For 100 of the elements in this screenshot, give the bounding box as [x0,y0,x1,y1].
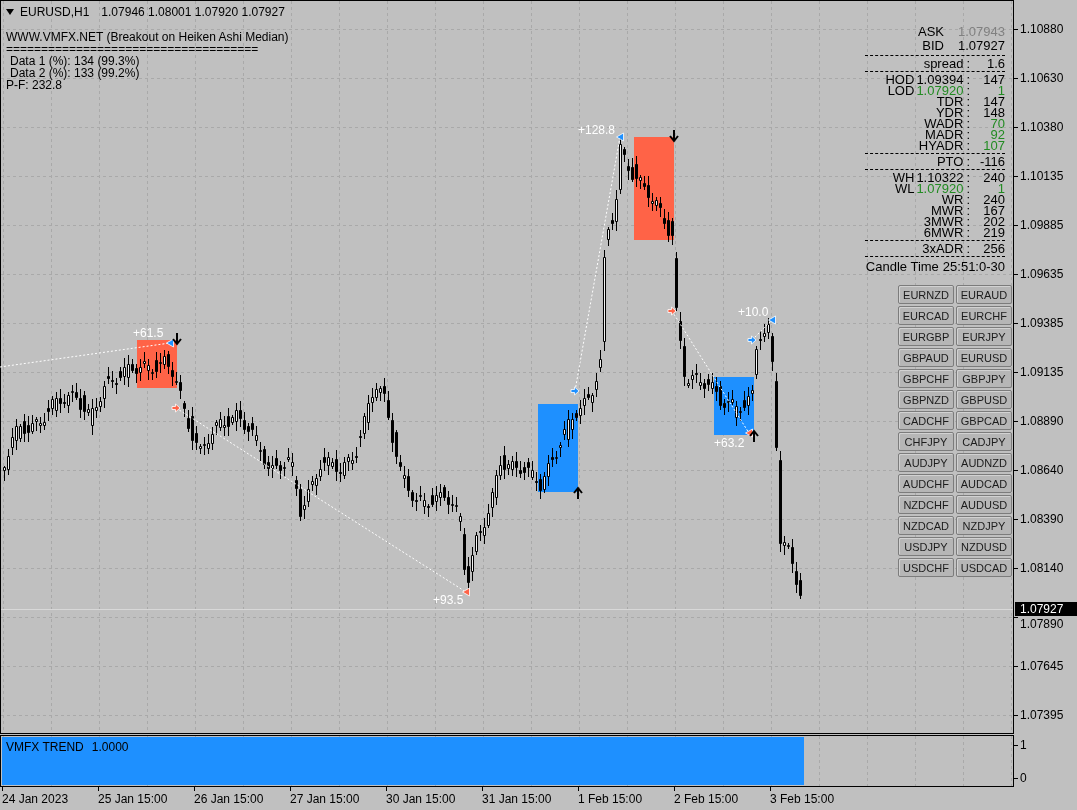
colon-separator: : [966,194,970,205]
price-label: 1.08640 [1020,463,1064,477]
symbol-button[interactable]: USDJPY [898,537,954,556]
symbol-button[interactable]: NZDCHF [898,495,954,514]
stat-label: PTO [936,156,964,167]
stat-value: 219 [982,227,1005,238]
symbol-button[interactable]: EURCHF [956,306,1012,325]
caret-down-icon[interactable] [6,9,14,15]
price-label: 1.10380 [1020,120,1064,134]
exit-marker-icon [462,587,470,597]
quote-label: ASK [918,25,944,39]
statistic-text: Data 2 (%): 133 (99.2%) [10,67,140,79]
stat-value: 1 [997,85,1005,96]
price-label: 1.08390 [1020,512,1064,526]
profit-label: +61.5 [133,326,164,340]
stat-label: 3xADR [922,243,964,254]
symbol-button[interactable]: AUDCHF [898,474,954,493]
price-label: 1.08140 [1020,561,1064,575]
timer-label: Candle Time [865,260,939,274]
symbol-button[interactable]: EURNZD [898,285,954,304]
symbol-button[interactable]: EURUSD [956,348,1012,367]
statistic-text: P-F: 232.8 [6,79,63,91]
time-label: 1 Feb 15:00 [578,792,643,806]
symbol-button[interactable]: EURGBP [898,327,954,346]
symbol-button[interactable]: AUDNZD [956,453,1012,472]
price-label: 1.09385 [1020,316,1064,330]
stat-label: 3MWR [923,216,964,227]
symbol-button[interactable]: AUDCAD [956,474,1012,493]
price-label: 1.09885 [1020,218,1064,232]
profit-label: +93.5 [433,593,464,607]
entry-marker-icon [171,403,181,413]
symbol-button[interactable]: AUDJPY [898,453,954,472]
stat-label: HOD [885,74,915,85]
symbol-button[interactable]: CADJPY [956,432,1012,451]
stat-value: -116 [978,156,1005,167]
price-label: 1.08890 [1020,414,1064,428]
statistic-text: Data 1 (%): 134 (99.3%) [9,55,140,67]
chart-symbol: EURUSD,H1 [20,5,90,19]
price-label: 1.10630 [1020,71,1064,85]
symbol-button[interactable]: NZDJPY [956,516,1012,535]
profit-label: +63.2 [714,436,745,450]
colon-separator: : [966,58,970,69]
quote-label: BID [922,39,944,53]
symbol-button[interactable]: USDCAD [956,558,1012,577]
colon-separator: : [966,140,970,151]
stat-label: WL [894,183,915,194]
stat-label: YDR [935,107,964,118]
price-label: 1.07890 [1020,617,1064,631]
symbol-button[interactable]: NZDUSD [956,537,1012,556]
entry-marker-icon [570,386,580,396]
colon-separator: : [966,96,970,107]
axis-label: 1 [1020,738,1027,752]
symbol-button[interactable]: EURAUD [956,285,1012,304]
symbol-button[interactable]: EURJPY [956,327,1012,346]
exit-marker-icon [745,428,753,438]
colon-separator: : [966,118,970,129]
symbol-button[interactable]: GBPNZD [898,390,954,409]
symbol-button[interactable]: GBPCHF [898,369,954,388]
colon-separator: : [966,172,970,183]
exit-marker-icon [166,338,174,348]
symbol-button[interactable]: EURCAD [898,306,954,325]
time-label: 2 Feb 15:00 [674,792,739,806]
stat-value: 147 [982,74,1005,85]
time-label: 24 Jan 2023 [2,792,69,806]
stat-value: 256 [982,243,1005,254]
time-label: 26 Jan 15:00 [194,792,264,806]
price-label: 1.07645 [1020,659,1064,673]
current-price-tag: 1.07927 [1015,602,1077,616]
symbol-button[interactable]: CHFJPY [898,432,954,451]
stat-value: 148 [982,107,1005,118]
profit-label: +10.0 [738,305,769,319]
colon-separator: : [966,156,970,167]
colon-separator: : [966,85,970,96]
up-arrow-icon [749,429,759,443]
stat-label: WH [892,172,915,183]
stat-value: 147 [982,96,1005,107]
timer-value: 25:51:0-30 [942,260,1005,274]
symbol-button[interactable]: GBPUSD [956,390,1012,409]
symbol-button[interactable]: AUDUSD [956,495,1012,514]
down-arrow-icon [172,332,182,346]
quote-value: 1.07927 [958,39,1005,53]
colon-separator: : [966,107,970,118]
ohlc-values: 1.07946 1.08001 1.07920 1.07927 [101,5,285,19]
colon-separator: : [966,227,970,238]
symbol-button[interactable]: CADCHF [898,411,954,430]
entry-marker-icon [667,306,677,316]
stat-label: WADR [924,118,964,129]
symbol-button[interactable]: GBPJPY [956,369,1012,388]
symbol-button[interactable]: GBPCAD [956,411,1012,430]
axis-label: 0 [1020,771,1027,785]
symbol-button[interactable]: NZDCAD [898,516,954,535]
indicator-title: WWW.VMFX.NET (Breakout on Heiken Ashi Median) [6,31,289,43]
stat-label: TDR [936,96,964,107]
symbol-button[interactable]: GBPAUD [898,348,954,367]
symbol-button[interactable]: USDCHF [898,558,954,577]
colon-separator: : [966,243,970,254]
stat-label: HYADR [918,140,964,151]
stat-label: spread [923,58,964,69]
price-label: 1.09635 [1020,267,1064,281]
stat-label: WR [941,194,964,205]
